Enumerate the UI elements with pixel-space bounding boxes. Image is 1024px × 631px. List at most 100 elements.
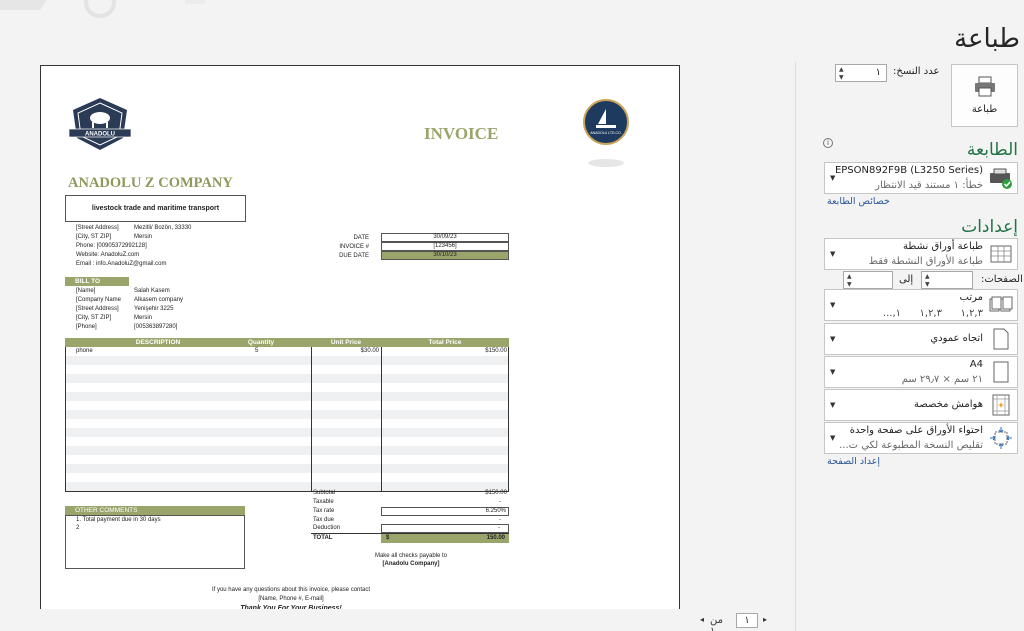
page-title: طباعة [954, 24, 1020, 54]
portrait-page-icon [993, 328, 1009, 350]
collated-pages-icon [989, 296, 1013, 312]
settings-section-title: إعدادات [961, 217, 1018, 237]
col-divider [381, 347, 382, 492]
due-date-label: DUE DATE [339, 253, 369, 259]
company-tagline: livestock trade and maritime transport [65, 195, 246, 222]
copies-value: ١ [875, 67, 881, 78]
bill-to-value: [005363897280] [134, 324, 178, 330]
comment-line-1: 1. Total payment due in 30 days [76, 517, 161, 523]
bill-to-value: Salah Kasem [134, 288, 170, 294]
item-unit-price: $30.00 [360, 348, 379, 354]
sender-line: Phone: [00905372992128] [76, 243, 147, 249]
print-button-label: طباعة [971, 104, 998, 115]
sender-address: [Street Address] Mezitli/ Bozön, 33330 [… [76, 224, 276, 270]
orientation-value: اتجاه عمودي [930, 333, 983, 344]
printer-properties-link[interactable]: خصائص الطابعة [827, 196, 890, 207]
bill-to-header: BILL TO [65, 277, 129, 286]
total-currency: $ [386, 535, 390, 541]
bill-to-details: [Name] Salah Kasem [Company Name Alkasem… [76, 287, 276, 333]
taxable-label: Taxable [313, 499, 334, 505]
chevron-down-icon: ▼ [830, 250, 836, 258]
item-description: phone [76, 348, 93, 354]
company-name: ANADOLU Z COMPANY [68, 175, 233, 191]
anadolu-round-logo: ANADOLU LTD.CO. [583, 99, 629, 167]
bill-to-value: Yenişehir 3225 [134, 306, 174, 312]
copies-label: عدد النسخ: [893, 66, 940, 77]
chevron-down-icon: ▼ [830, 401, 836, 409]
chevron-down-icon: ▼ [830, 335, 836, 343]
collate-seq-b: ١,٢,٣ [919, 308, 942, 319]
collate-dropdown[interactable]: ▼ مرتب ١,٢,٣ ١,٢,٣ ١,... [824, 289, 1018, 321]
paper-size-icon [993, 361, 1009, 383]
print-preview-page: ANADOLU ANADOLU LTD.CO. INVOICE ANADOLU … [40, 65, 680, 625]
sender-line: Email : info.AnadoluZ@gmail.com [76, 261, 167, 267]
preview-footer-area [0, 609, 795, 631]
print-scope-dropdown[interactable]: ▼ طباعة أوراق نشطة طباعة الأوراق النشطة … [824, 238, 1018, 270]
margins-value: هوامش مخصصة [913, 399, 983, 410]
logo-right-text: ANADOLU LTD.CO. [590, 131, 621, 135]
pages-label: الصفحات: [981, 274, 1023, 285]
pages-from-spinner[interactable]: ▲ ▼ [921, 271, 973, 289]
invoice-number-value: [123456] [381, 242, 509, 251]
bill-to-key: [Name] [76, 288, 96, 294]
collate-seq-a: ١,٢,٣ [960, 308, 983, 319]
sender-line: [Street Address] [76, 225, 119, 231]
prev-page-icon[interactable]: ◂ [700, 615, 704, 624]
printer-status: خطأ: ١ مستند قيد الانتظار [875, 180, 983, 191]
pages-to-spinner[interactable]: ▲ ▼ [843, 271, 893, 289]
chevron-down-icon: ▼ [830, 368, 836, 376]
collate-title: مرتب [959, 292, 983, 303]
date-label: DATE [353, 235, 369, 241]
col-divider [311, 347, 312, 492]
fit-to-page-icon [990, 427, 1012, 449]
paper-size-title: A4 [969, 359, 983, 370]
scaling-title: احتواء الأوراق على صفحة واحدة [849, 425, 983, 436]
col-unit-price-header: Unit Price [311, 338, 381, 347]
spinner-arrows-icon[interactable]: ▲ ▼ [847, 273, 852, 289]
comment-line-2: 2 [76, 525, 80, 531]
current-page-input[interactable]: ١ [736, 613, 758, 628]
print-scope-subtitle: طباعة الأوراق النشطة فقط [868, 256, 983, 267]
bill-to-key: [City, ST ZIP] [76, 315, 112, 321]
total-label: TOTAL [313, 535, 333, 541]
tax-rate-value: 6.250% [381, 507, 509, 516]
scaling-dropdown[interactable]: ▼ احتواء الأوراق على صفحة واحدة تقليص ال… [824, 422, 1018, 454]
tax-rate-label: Tax rate [313, 508, 335, 514]
scaling-subtitle: تقليص النسخة المطبوعة لكي ت... [839, 440, 983, 451]
spinner-arrows-icon[interactable]: ▲ ▼ [925, 273, 930, 289]
printer-section-title: الطابعة [966, 140, 1018, 160]
page-of-label: من ١ [710, 615, 723, 631]
next-page-icon[interactable]: ▸ [763, 615, 767, 624]
invoice-number-label: INVOICE # [339, 244, 369, 250]
col-quantity-header-label: Quantity [247, 339, 275, 346]
margins-dropdown[interactable]: ▼ هوامش مخصصة [824, 389, 1018, 421]
printer-dropdown[interactable]: ▼ EPSON892F9B (L3250 Series) خطأ: ١ مستن… [824, 162, 1018, 194]
printer-icon [974, 76, 995, 97]
anadolu-shield-logo: ANADOLU [68, 98, 132, 150]
bill-to-key: [Phone] [76, 324, 97, 330]
orientation-dropdown[interactable]: ▼ اتجاه عمودي [824, 323, 1018, 355]
total-value: 150.00 [486, 535, 505, 541]
subtotal-label: Subtotal [313, 490, 336, 496]
print-backstage: ANADOLU ANADOLU LTD.CO. INVOICE ANADOLU … [0, 0, 1024, 631]
due-date-value: 30/10/23 [381, 251, 509, 260]
info-icon[interactable]: i [823, 138, 833, 148]
paper-size-dropdown[interactable]: ▼ A4 ٢١ سم × ٢٩٫٧ سم [824, 356, 1018, 388]
sender-value: Mezitli/ Bozön, 33330 [134, 225, 192, 231]
panel-divider [795, 62, 796, 631]
page-setup-link[interactable]: إعداد الصفحة [827, 456, 880, 467]
worksheet-icon [990, 245, 1012, 263]
item-quantity: 5 [255, 348, 259, 354]
taxable-value: - [499, 499, 501, 505]
contact-line: [Name, Phone #, E-mail] [258, 596, 324, 602]
copies-spinner[interactable]: ▲ ▼ ١ [835, 64, 887, 82]
printer-ready-icon [990, 168, 1012, 189]
print-button[interactable]: طباعة [951, 64, 1018, 127]
pages-to-label: إلى [899, 274, 914, 285]
spinner-arrows-icon[interactable]: ▲ ▼ [839, 66, 844, 82]
chevron-down-icon: ▼ [830, 301, 836, 309]
checks-company: [Anadolu Company] [382, 561, 440, 567]
date-value: 30/09/23 [381, 233, 509, 242]
bill-to-value: Alkasem company [134, 297, 184, 303]
sender-line: [City, ST ZIP] [76, 234, 112, 240]
